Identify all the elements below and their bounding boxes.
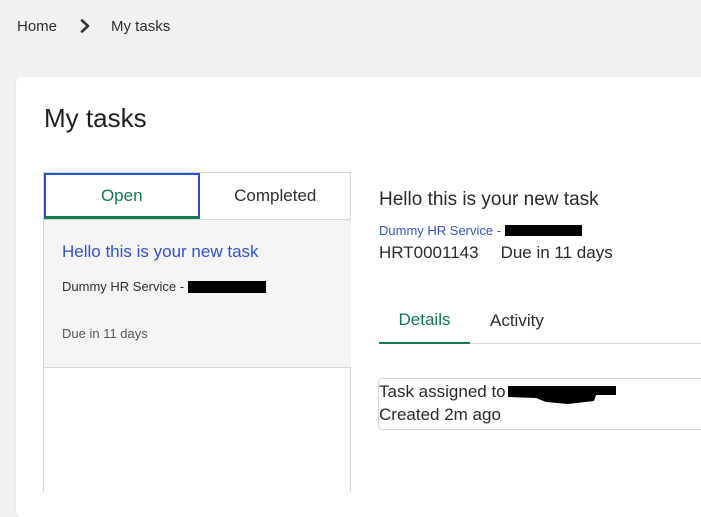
task-detail-tabs: Details Activity: [379, 298, 701, 344]
tab-activity[interactable]: Activity: [490, 298, 544, 343]
tab-open[interactable]: Open: [44, 173, 200, 219]
task-item-due: Due in 11 days: [62, 326, 148, 341]
task-detail-service: Dummy HR Service -: [379, 223, 583, 238]
activity-created: Created 2m ago: [379, 405, 501, 424]
chevron-right-icon: [79, 19, 91, 33]
breadcrumb-current: My tasks: [111, 17, 171, 35]
task-detail-title: Hello this is your new task: [379, 189, 599, 210]
task-item-title[interactable]: Hello this is your new task: [62, 242, 259, 262]
redaction-block: [505, 225, 583, 236]
activity-assigned: Task assigned to: [379, 381, 618, 404]
activity-entry: Task assigned to Created 2m ago: [378, 378, 701, 430]
task-item-service: Dummy HR Service -: [62, 279, 267, 294]
redaction-block: [188, 280, 267, 293]
task-detail-service-link[interactable]: Dummy HR Service -: [379, 223, 501, 238]
task-list-item[interactable]: Hello this is your new task Dummy HR Ser…: [44, 220, 351, 368]
task-item-service-label: Dummy HR Service -: [62, 279, 185, 294]
task-status-tabs: Open Completed: [44, 173, 351, 220]
activity-assigned-label: Task assigned to: [379, 382, 506, 401]
page-title: My tasks: [44, 103, 147, 133]
breadcrumb: Home My tasks: [17, 15, 170, 37]
tab-completed[interactable]: Completed: [200, 173, 352, 219]
task-detail-due: Due in 11 days: [500, 243, 613, 262]
task-detail-meta: HRT0001143 Due in 11 days: [379, 243, 613, 263]
redaction-scribble: [506, 382, 618, 404]
breadcrumb-home-link[interactable]: Home: [17, 18, 57, 35]
tab-details[interactable]: Details: [379, 298, 470, 344]
task-number: HRT0001143: [379, 243, 479, 262]
task-list-panel: Open Completed Hello this is your new ta…: [43, 172, 351, 492]
